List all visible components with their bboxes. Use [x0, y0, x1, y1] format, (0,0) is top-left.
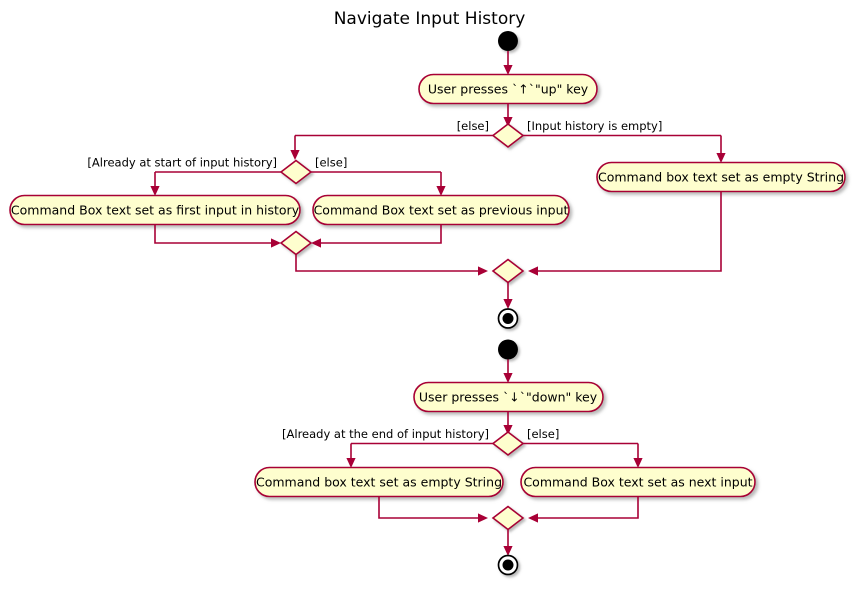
activity-next-input-label: Command Box text set as next input	[523, 475, 752, 490]
diagram-title: Navigate Input History	[334, 9, 526, 29]
merge-inner-up-flow	[279, 230, 313, 256]
end-node-up-flow	[497, 308, 519, 329]
edge-inner-merge-to-outer-merge	[295, 254, 480, 272]
activity-user-presses-down: User presses `↓`"down" key	[413, 381, 604, 413]
activity-user-presses-up: User presses `↑`"up" key	[418, 73, 598, 105]
arrowhead-down-right-down	[633, 458, 643, 468]
activity-user-presses-up-label: User presses `↑`"up" key	[428, 82, 589, 97]
start-node-down-flow	[498, 339, 518, 360]
activity-diagram-canvas: Navigate Input History User presses `↑`"…	[0, 0, 859, 589]
arrowhead-start-to-trigger-down	[503, 373, 513, 383]
arrowhead-merge-to-end-down	[503, 546, 513, 556]
guard-down-else: [else]	[527, 427, 559, 441]
end-node-down-flow	[497, 554, 519, 576]
guard-input-history-empty: [Input history is empty]	[527, 119, 662, 133]
activity-previous-input: Command Box text set as previous input	[312, 194, 570, 226]
arrowhead-merge-to-end-up	[503, 299, 513, 309]
arrowhead-down-left-down	[346, 458, 356, 468]
activity-first-input-in-history: Command Box text set as first input in h…	[9, 194, 301, 226]
edge-next-input-to-merge	[536, 496, 639, 519]
arrowhead-previous-input-to-merge	[311, 238, 321, 248]
activity-first-input-in-history-label: Command Box text set as first input in h…	[11, 203, 300, 218]
guard-outer-else: [else]	[457, 119, 489, 133]
arrowhead-inner-right-down	[436, 186, 446, 196]
edge-first-input-to-merge	[154, 224, 273, 244]
activity-empty-string-down: Command box text set as empty String	[254, 466, 504, 498]
uml-activity-diagram: Navigate Input History User presses `↑`"…	[9, 9, 846, 576]
activity-user-presses-down-label: User presses `↓`"down" key	[419, 390, 598, 405]
guard-inner-else: [else]	[315, 156, 347, 170]
decision-already-at-end	[491, 430, 525, 457]
arrowhead-inner-merge-to-outer-merge	[478, 266, 488, 276]
arrowhead-inner-left-down	[150, 186, 160, 196]
activity-empty-string-down-label: Command box text set as empty String	[256, 475, 502, 490]
guard-already-at-end: [Already at the end of input history]	[282, 427, 489, 441]
decision-already-at-start	[279, 159, 313, 185]
arrowhead-next-input-to-merge	[528, 513, 538, 523]
guard-already-at-start: [Already at start of input history]	[87, 156, 277, 170]
decision-input-history-empty	[491, 122, 525, 149]
arrowhead-outer-right-down	[716, 153, 726, 163]
arrowhead-empty-string-to-outer-merge	[528, 266, 538, 276]
edge-empty-string-down-to-merge	[378, 496, 480, 519]
activity-empty-string-up-label: Command box text set as empty String	[598, 170, 844, 185]
arrowhead-start-to-trigger-up	[503, 65, 513, 75]
activity-previous-input-label: Command Box text set as previous input	[314, 203, 569, 218]
arrowhead-empty-string-down-to-merge	[478, 513, 488, 523]
merge-down-flow	[491, 505, 525, 531]
merge-outer-up-flow	[491, 258, 525, 284]
start-node-up-flow	[498, 31, 518, 51]
activity-empty-string-up: Command box text set as empty String	[596, 161, 846, 193]
arrowhead-first-input-to-merge	[271, 238, 281, 248]
activity-next-input: Command Box text set as next input	[520, 466, 756, 498]
edge-previous-input-to-merge	[319, 224, 442, 244]
arrowhead-outer-left-down	[290, 150, 300, 160]
